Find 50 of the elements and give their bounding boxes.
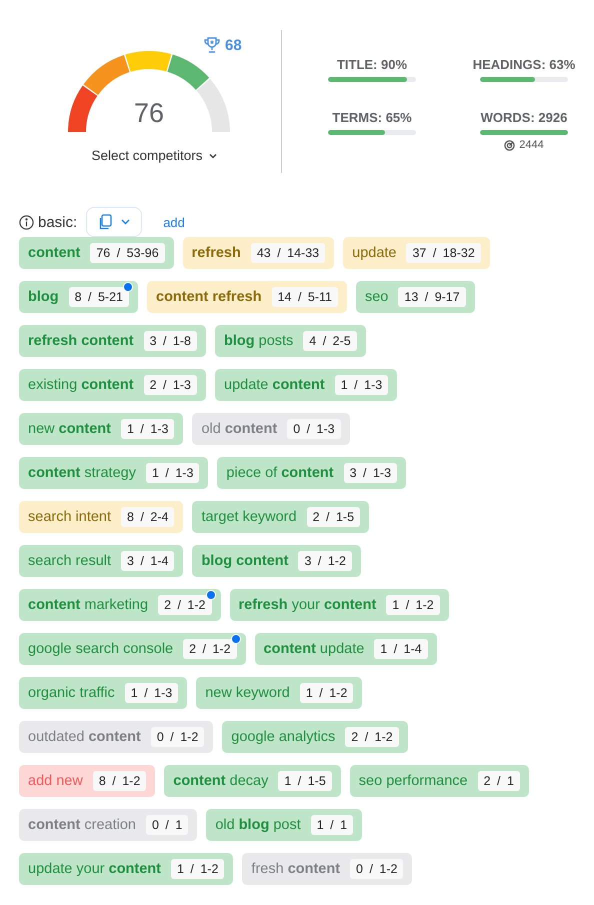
term-tag[interactable]: fresh content 0 / 1-2 (242, 853, 412, 885)
target-word-count: 2444 (519, 139, 544, 151)
term-tag[interactable]: add new 8 / 1-2 (19, 765, 156, 797)
term-tag[interactable]: blog posts 4 / 2-5 (215, 325, 366, 357)
term-tag[interactable]: content marketing 2 / 1-2 (19, 589, 220, 621)
metric-label: HEADINGS: 63% (472, 57, 576, 72)
competitor-score: 68 (225, 36, 242, 54)
copy-icon (98, 214, 112, 230)
term-tag[interactable]: google analytics 2 / 1-2 (222, 721, 408, 753)
add-link[interactable]: add (163, 214, 185, 230)
term-tag[interactable]: outdated content 0 / 1-2 (19, 721, 214, 753)
term-tag[interactable]: old blog post 1 / 1 (206, 809, 362, 841)
term-tag[interactable]: content update 1 / 1-4 (254, 633, 437, 665)
term-tag[interactable]: update content 1 / 1-3 (215, 369, 398, 401)
term-tag[interactable]: search result 3 / 1-4 (19, 545, 184, 577)
term-tag[interactable]: content creation 0 / 1 (19, 809, 198, 841)
info-icon (19, 214, 34, 230)
term-tag[interactable]: refresh content 3 / 1-8 (19, 325, 206, 357)
term-tag[interactable]: google search console 2 / 1-2 (19, 633, 246, 665)
target-icon (504, 140, 516, 150)
term-tag[interactable]: seo performance 2 / 1 (350, 765, 529, 797)
term-tag[interactable]: new keyword 1 / 1-2 (196, 677, 362, 709)
term-tag[interactable]: content strategy 1 / 1-3 (19, 457, 208, 489)
term-tag[interactable]: refresh your content 1 / 1-2 (230, 589, 449, 621)
term-tag[interactable]: target keyword 2 / 1-5 (192, 501, 370, 533)
metric-label: TITLE: 90% (336, 57, 408, 72)
copy-dropdown-button[interactable] (86, 207, 142, 237)
term-tag[interactable]: old content 0 / 1-3 (192, 413, 350, 445)
term-tag[interactable]: blog content 3 / 1-2 (192, 545, 361, 577)
metric-label: TERMS: 65% (332, 110, 412, 125)
term-tag[interactable]: content refresh 14 / 5-11 (147, 281, 347, 313)
term-tag[interactable]: new content 1 / 1-3 (19, 413, 184, 445)
content-score: 76 (132, 98, 166, 129)
term-tag[interactable]: existing content 2 / 1-3 (19, 369, 206, 401)
trophy-icon (203, 36, 222, 54)
term-tag[interactable]: content decay 1 / 1-5 (164, 765, 341, 797)
metric-label: WORDS: 2926 (480, 110, 568, 125)
term-tag[interactable]: piece of content 3 / 1-3 (217, 457, 406, 489)
term-tag[interactable]: seo 13 / 9-17 (356, 281, 475, 313)
section-label: basic: (38, 214, 78, 230)
term-tag[interactable]: refresh 43 / 14-33 (182, 237, 334, 269)
term-tag[interactable]: organic traffic 1 / 1-3 (19, 677, 188, 709)
term-tag[interactable]: search intent 8 / 2-4 (19, 501, 184, 533)
term-tag[interactable]: update your content 1 / 1-2 (19, 853, 234, 885)
term-tag[interactable]: blog 8 / 5-21 (19, 281, 138, 313)
term-tag[interactable]: content 76 / 53-96 (19, 237, 174, 269)
select-competitors-dropdown[interactable]: Select competitors (91, 148, 217, 163)
chevron-down-icon (208, 152, 217, 158)
term-tag[interactable]: update 37 / 18-32 (343, 237, 490, 269)
chevron-down-icon (121, 219, 130, 225)
